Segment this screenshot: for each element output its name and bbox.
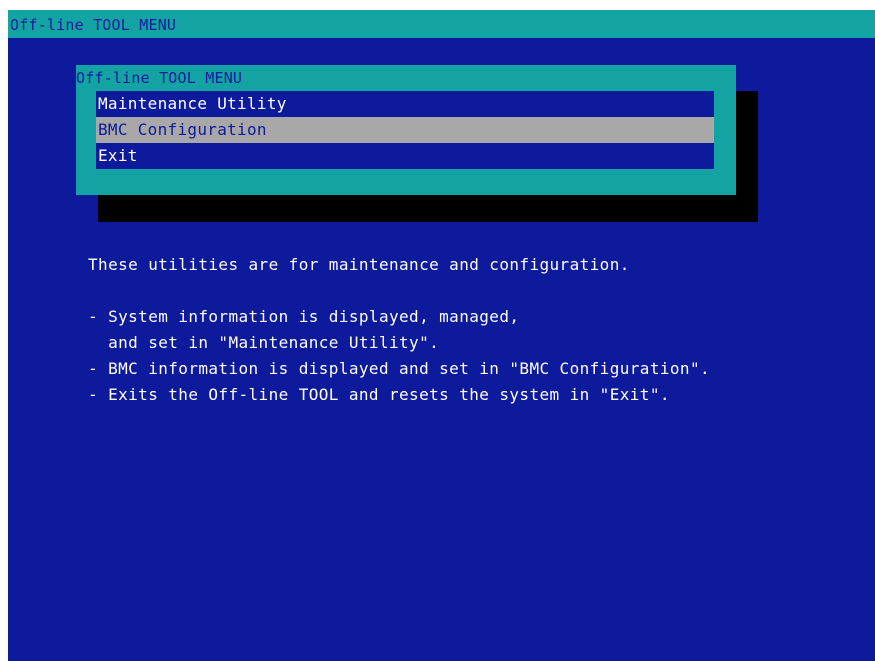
tool-menu-dialog: Off-line TOOL MENU Maintenance Utility B…	[76, 65, 736, 195]
bios-screen: Off-line TOOL MENU Off-line TOOL MENU Ma…	[8, 10, 875, 661]
description-line: - Exits the Off-line TOOL and resets the…	[88, 385, 670, 404]
window-title-bar: Off-line TOOL MENU	[8, 10, 875, 38]
menu-item-bmc-configuration[interactable]: BMC Configuration	[96, 117, 714, 143]
menu-list: Maintenance Utility BMC Configuration Ex…	[96, 91, 714, 169]
menu-title: Off-line TOOL MENU	[76, 69, 243, 87]
help-description: These utilities are for maintenance and …	[88, 252, 710, 408]
description-line: - System information is displayed, manag…	[88, 307, 520, 326]
description-line: - BMC information is displayed and set i…	[88, 359, 711, 378]
menu-item-maintenance-utility[interactable]: Maintenance Utility	[96, 91, 714, 117]
description-line: and set in "Maintenance Utility".	[88, 333, 440, 352]
menu-item-exit[interactable]: Exit	[96, 143, 714, 169]
description-intro: These utilities are for maintenance and …	[88, 255, 630, 274]
